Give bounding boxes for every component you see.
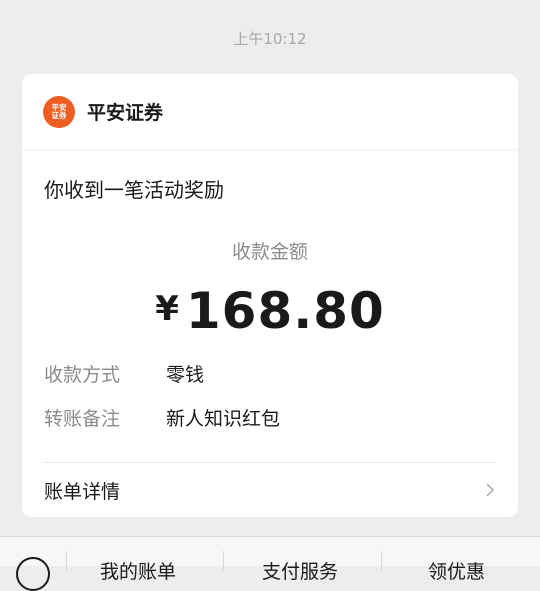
payment-method-label: 收款方式 [44, 364, 121, 386]
menu-item-payment-service[interactable]: 支付服务 [262, 557, 338, 584]
transfer-note-value: 新人知识红包 [166, 408, 281, 430]
card-header[interactable]: 平安证券 平安证券 [22, 74, 518, 150]
currency-symbol: ¥ [155, 289, 180, 329]
menu-separator [381, 551, 382, 571]
message-timestamp: 上午10:12 [233, 30, 307, 48]
bill-detail-link[interactable]: 账单详情 [22, 463, 518, 517]
amount-value: ¥168.80 [22, 282, 518, 340]
pingan-logo-icon: 平安证券 [43, 95, 75, 128]
transfer-note-row: 转账备注 新人知识红包 [44, 404, 280, 431]
payment-method-value: 零钱 [166, 364, 205, 386]
notice-title: 你收到一笔活动奖励 [44, 178, 224, 202]
amount-number: 168.80 [185, 282, 385, 340]
transfer-note-label: 转账备注 [44, 408, 121, 430]
keyboard-toggle-icon[interactable] [16, 557, 50, 591]
chevron-right-icon [486, 483, 495, 497]
payment-notification-card[interactable]: 平安证券 平安证券 你收到一笔活动奖励 收款金额 ¥168.80 收款方式 零钱… [22, 74, 518, 517]
bottom-menu-bar: 我的账单 支付服务 领优惠 [0, 536, 540, 591]
menu-item-my-bill[interactable]: 我的账单 [100, 557, 176, 584]
amount-label: 收款金额 [231, 241, 308, 263]
brand-name: 平安证券 [87, 102, 164, 124]
menu-separator [66, 551, 67, 571]
menu-item-coupons[interactable]: 领优惠 [428, 557, 485, 584]
bill-detail-label: 账单详情 [44, 480, 121, 503]
menu-separator [223, 551, 224, 571]
payment-method-row: 收款方式 零钱 [44, 360, 204, 387]
